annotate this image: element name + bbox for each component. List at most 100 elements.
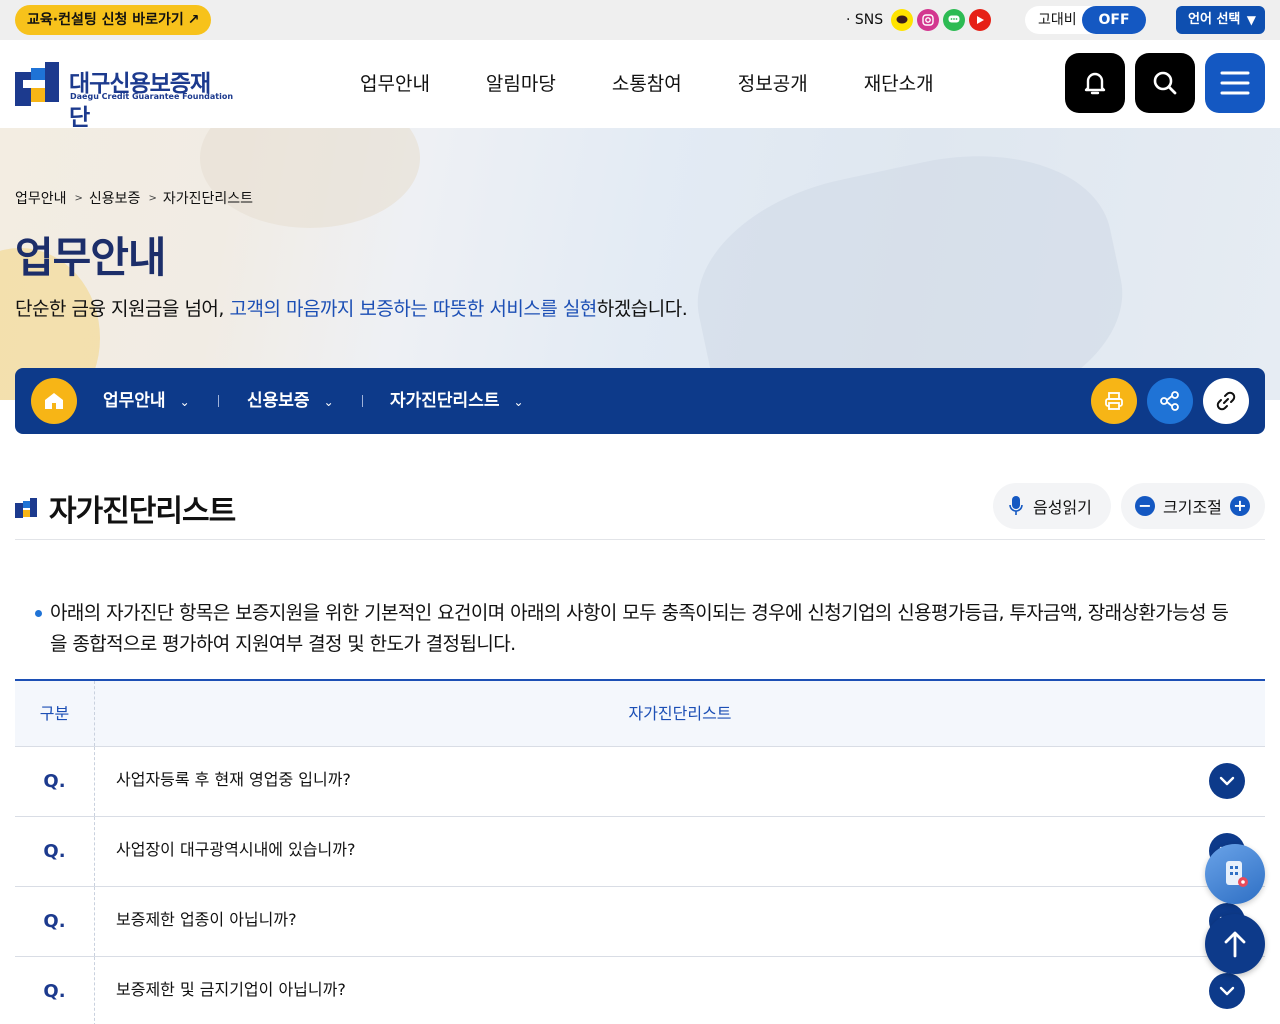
checklist-table: 구분 자가진단리스트 Q. 사업자등록 후 현재 영업중 입니까? Q. 사업장… bbox=[15, 679, 1265, 1024]
chevron-down-icon bbox=[1219, 776, 1235, 786]
site-header: 대구신용보증재단 Daegu Credit Guarantee Foundati… bbox=[0, 40, 1280, 131]
nav-item-communication[interactable]: 소통참여 bbox=[612, 40, 682, 128]
external-arrow-icon: ↗ bbox=[187, 12, 200, 28]
sns-label: · SNS bbox=[846, 12, 884, 28]
location-item-label: 업무안내 bbox=[103, 391, 166, 411]
breadcrumb: 업무안내 > 신용보증 > 자가진단리스트 bbox=[15, 188, 253, 208]
location-divider bbox=[362, 395, 363, 407]
expand-button[interactable] bbox=[1209, 973, 1245, 1009]
search-icon bbox=[1153, 71, 1177, 95]
site-logo[interactable]: 대구신용보증재단 Daegu Credit Guarantee Foundati… bbox=[15, 60, 233, 131]
location-item-label: 신용보증 bbox=[247, 391, 310, 411]
notification-button[interactable] bbox=[1065, 53, 1125, 113]
bell-icon bbox=[1084, 72, 1106, 95]
voice-read-label: 음성읽기 bbox=[1033, 498, 1092, 517]
share-icon bbox=[1160, 391, 1179, 411]
language-select[interactable]: 언어 선택 ▼ bbox=[1176, 6, 1265, 34]
voice-read-button[interactable]: 음성읽기 bbox=[993, 483, 1111, 529]
intro-line: 을 종합적으로 평가하여 지원여부 결정 및 한도가 결정됩니다. bbox=[50, 633, 516, 655]
logo-english-text: Daegu Credit Guarantee Foundation bbox=[70, 92, 234, 101]
share-button[interactable] bbox=[1147, 378, 1193, 424]
scroll-top-button[interactable] bbox=[1205, 914, 1265, 974]
question-marker: Q. bbox=[15, 747, 95, 816]
banner-decoration bbox=[200, 128, 420, 228]
chevron-down-icon: ⌄ bbox=[513, 395, 524, 409]
breadcrumb-separator: > bbox=[148, 192, 157, 204]
location-bar: 업무안내 ⌄ 신용보증 ⌄ 자가진단리스트 ⌄ bbox=[15, 368, 1265, 434]
breadcrumb-item-business[interactable]: 업무안내 bbox=[15, 188, 67, 208]
nav-item-information[interactable]: 정보공개 bbox=[738, 40, 808, 128]
question-marker: Q. bbox=[15, 887, 95, 956]
education-consulting-link[interactable]: 교육·컨설팅 신청 바로가기 ↗ bbox=[15, 5, 212, 35]
breadcrumb-item-current: 자가진단리스트 bbox=[162, 191, 254, 207]
table-header: 구분 자가진단리스트 bbox=[15, 681, 1265, 747]
table-row[interactable]: Q. 보증제한 업종이 아닙니까? bbox=[15, 887, 1265, 957]
banner-decoration bbox=[677, 128, 1143, 400]
high-contrast-label: 고대비 bbox=[1038, 12, 1077, 28]
menu-button[interactable] bbox=[1205, 53, 1265, 113]
table-row[interactable]: Q. 보증제한 및 금지기업이 아닙니까? bbox=[15, 957, 1265, 1024]
font-size-label: 크기조절 bbox=[1163, 498, 1222, 517]
instagram-icon[interactable] bbox=[917, 9, 940, 31]
subtitle-highlight: 고객의 마음까지 보증하는 따뜻한 서비스를 실현 bbox=[229, 298, 597, 320]
question-text: 사업장이 대구광역시내에 있습니까? bbox=[116, 840, 356, 859]
font-size-increase-button[interactable]: + bbox=[1229, 496, 1250, 516]
chevron-down-icon bbox=[1219, 986, 1235, 996]
location-item-label: 자가진단리스트 bbox=[390, 391, 500, 411]
main-navigation: 업무안내 알림마당 소통참여 정보공개 재단소개 bbox=[360, 40, 990, 128]
building-icon bbox=[1226, 861, 1248, 887]
nav-item-business[interactable]: 업무안내 bbox=[360, 40, 430, 128]
sns-links: · SNS bbox=[846, 9, 995, 31]
content-heading: 자가진단리스트 bbox=[15, 486, 236, 530]
print-icon bbox=[1105, 392, 1123, 410]
nav-item-about[interactable]: 재단소개 bbox=[864, 40, 934, 128]
language-select-label: 언어 선택 bbox=[1188, 12, 1241, 27]
font-size-control: − 크기조절 + bbox=[1121, 483, 1265, 529]
floating-branch-button[interactable] bbox=[1205, 844, 1265, 904]
caret-down-icon: ▼ bbox=[1246, 13, 1256, 27]
link-icon bbox=[1216, 391, 1236, 411]
heading-divider bbox=[15, 539, 1265, 540]
location-dropdown-guarantee[interactable]: 신용보증 ⌄ bbox=[247, 368, 334, 435]
question-text: 보증제한 및 금지기업이 아닙니까? bbox=[116, 980, 346, 999]
nav-item-notice[interactable]: 알림마당 bbox=[486, 40, 556, 128]
print-button[interactable] bbox=[1091, 378, 1137, 424]
font-size-decrease-button[interactable]: − bbox=[1135, 496, 1155, 516]
table-row[interactable]: Q. 사업자등록 후 현재 영업중 입니까? bbox=[15, 747, 1265, 817]
youtube-icon[interactable] bbox=[969, 9, 992, 31]
intro-line: 아래의 자가진단 항목은 보증지원을 위한 기본적인 요건이며 아래의 사항이 … bbox=[50, 602, 1229, 624]
column-header-checklist: 자가진단리스트 bbox=[628, 704, 732, 723]
intro-paragraph: 아래의 자가진단 항목은 보증지원을 위한 기본적인 요건이며 아래의 사항이 … bbox=[33, 598, 1265, 660]
top-utility-bar: 교육·컨설팅 신청 바로가기 ↗ · SNS 고대비 OFF 언어 선택 ▼ bbox=[0, 0, 1280, 40]
question-text: 보증제한 업종이 아닙니까? bbox=[116, 910, 297, 929]
search-button[interactable] bbox=[1135, 53, 1195, 113]
kakaotalk-icon[interactable] bbox=[943, 9, 966, 31]
expand-button[interactable] bbox=[1209, 763, 1245, 799]
mic-icon bbox=[1009, 496, 1023, 515]
subtitle-text-end: 하겠습니다. bbox=[596, 298, 688, 320]
kakao-icon[interactable] bbox=[891, 9, 914, 31]
high-contrast-state[interactable]: OFF bbox=[1082, 6, 1146, 34]
home-button[interactable] bbox=[31, 378, 77, 424]
chevron-down-icon: ⌄ bbox=[179, 395, 190, 409]
content-title: 자가진단리스트 bbox=[49, 494, 236, 529]
chevron-down-icon: ⌄ bbox=[323, 395, 334, 409]
column-header-category: 구분 bbox=[15, 681, 95, 746]
education-consulting-label: 교육·컨설팅 신청 바로가기 bbox=[27, 12, 184, 28]
home-icon bbox=[45, 393, 63, 409]
menu-icon bbox=[1220, 71, 1250, 95]
location-divider bbox=[218, 395, 219, 407]
page-subtitle: 단순한 금융 지원금을 넘어, 고객의 마음까지 보증하는 따뜻한 서비스를 실… bbox=[15, 294, 688, 321]
question-text: 사업자등록 후 현재 영업중 입니까? bbox=[116, 770, 351, 789]
table-row[interactable]: Q. 사업장이 대구광역시내에 있습니까? bbox=[15, 817, 1265, 887]
location-dropdown-checklist[interactable]: 자가진단리스트 ⌄ bbox=[390, 368, 524, 435]
breadcrumb-separator: > bbox=[74, 192, 83, 204]
copy-link-button[interactable] bbox=[1203, 378, 1249, 424]
section-mark-icon bbox=[15, 498, 37, 518]
arrow-up-icon bbox=[1224, 931, 1246, 958]
location-dropdown-business[interactable]: 업무안내 ⌄ bbox=[103, 368, 190, 435]
subtitle-text: 단순한 금융 지원금을 넘어, bbox=[15, 298, 230, 320]
page-visual-banner: 업무안내 > 신용보증 > 자가진단리스트 업무안내 단순한 금융 지원금을 넘… bbox=[0, 128, 1280, 400]
breadcrumb-item-guarantee[interactable]: 신용보증 bbox=[89, 188, 141, 208]
high-contrast-toggle[interactable]: 고대비 OFF bbox=[1025, 6, 1146, 34]
